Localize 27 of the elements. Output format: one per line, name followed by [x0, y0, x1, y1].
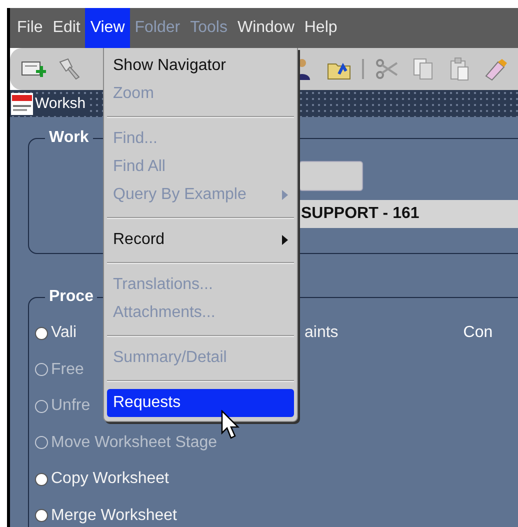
menu-title[interactable]: Window: [232, 8, 300, 48]
menu-item[interactable]: Record: [107, 226, 294, 254]
group-title: Work: [48, 129, 90, 147]
submenu-arrow-icon: [282, 190, 288, 200]
menu-item[interactable]: Requests: [107, 389, 294, 417]
radio-button[interactable]: [35, 326, 48, 340]
radio-button[interactable]: [35, 472, 48, 486]
radio-button[interactable]: [35, 509, 48, 522]
toolbar-separator: [362, 59, 364, 79]
menu-title[interactable]: Edit: [48, 8, 86, 48]
submenu-arrow-icon: [282, 235, 288, 245]
text-field[interactable]: [299, 161, 363, 191]
menu-title[interactable]: File: [12, 8, 48, 48]
option-label: Copy Worksheet: [51, 470, 169, 488]
group-title: Proce: [48, 288, 94, 306]
scissors-icon[interactable]: [374, 56, 400, 82]
option-label: Unfre: [51, 397, 90, 416]
option-label: Vali: [51, 324, 76, 342]
mouse-pointer-icon: [221, 410, 241, 440]
option-label: Move Worksheet Stage: [51, 434, 218, 452]
menu-title[interactable]: View: [85, 8, 130, 48]
option-label: Merge Worksheet: [51, 506, 177, 525]
name-field[interactable]: SUPPORT - 161: [299, 200, 518, 228]
option-label: Con: [463, 324, 493, 342]
option-label: aints: [304, 324, 338, 342]
option-label: Free: [51, 360, 84, 379]
menu-title[interactable]: Help: [299, 8, 342, 48]
